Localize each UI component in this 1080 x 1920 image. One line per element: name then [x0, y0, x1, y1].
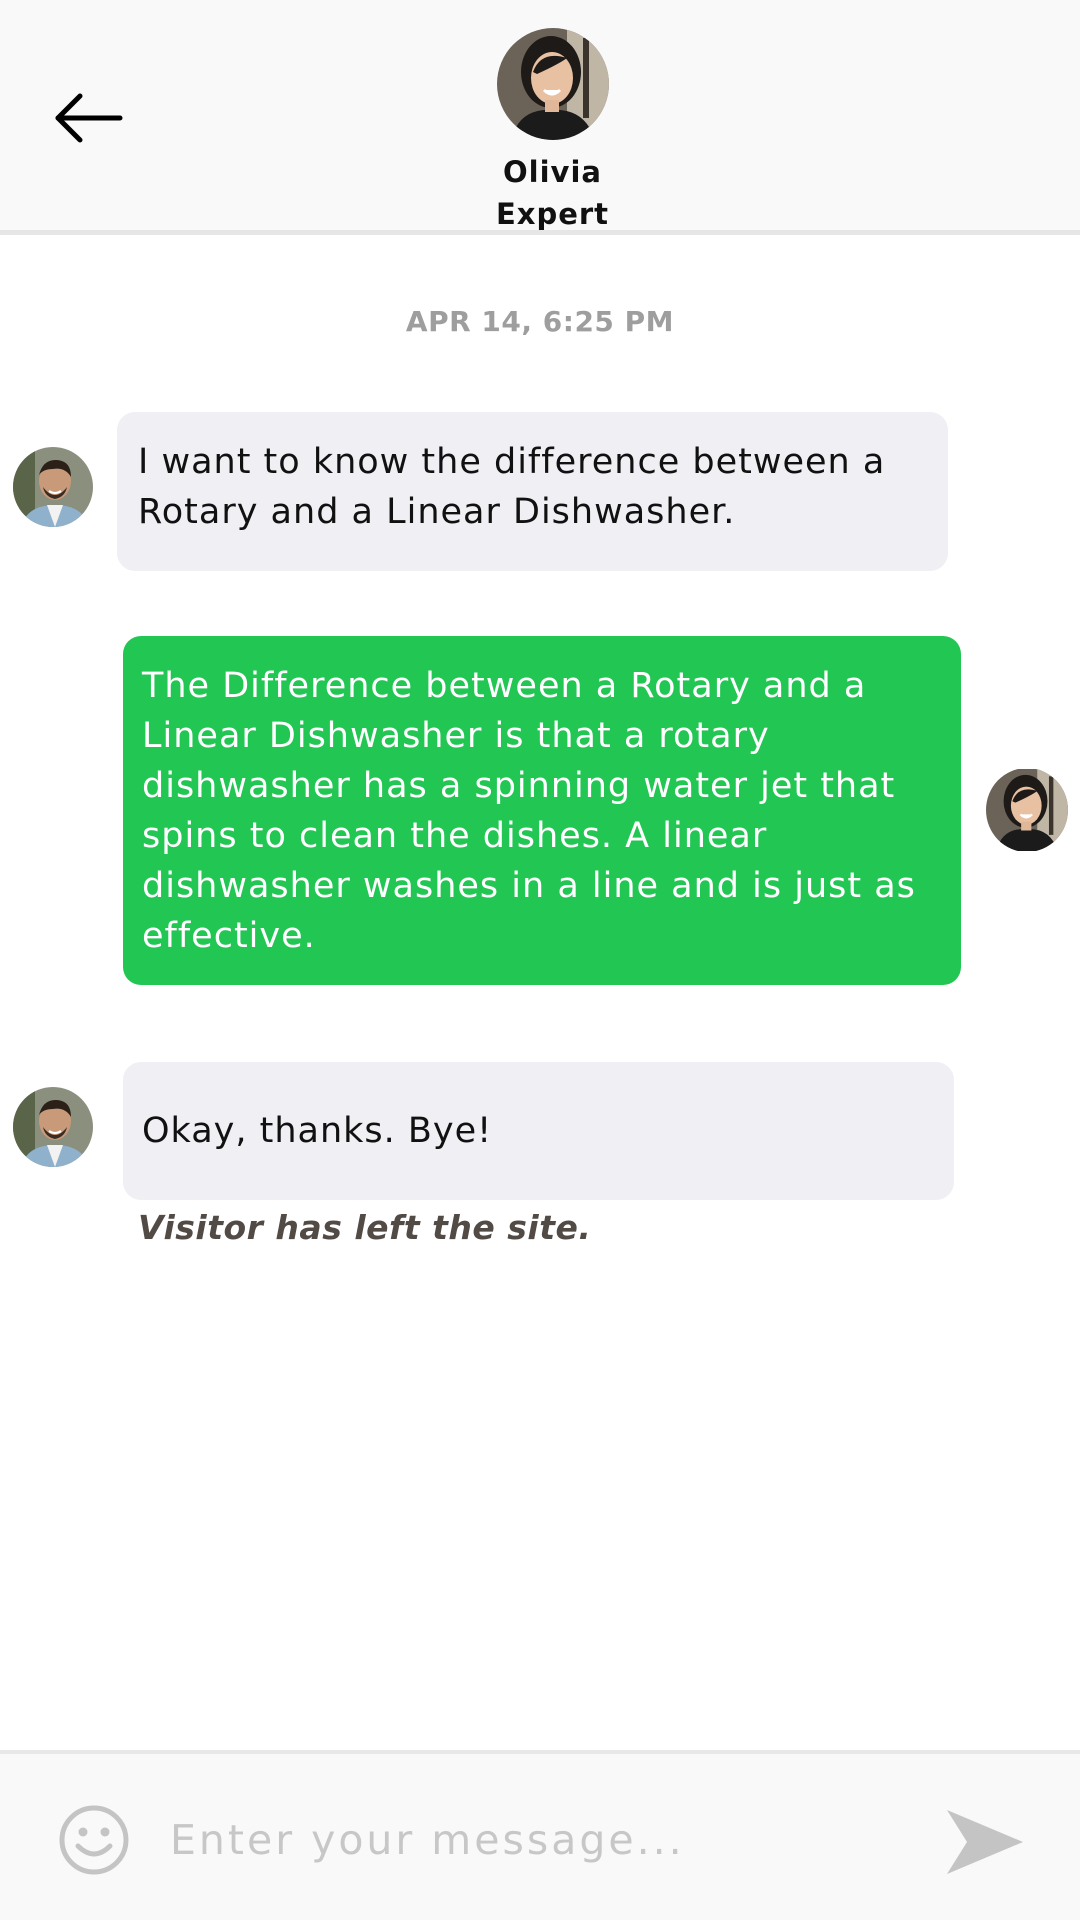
send-button[interactable]: [945, 1806, 1025, 1878]
smiley-icon: [59, 1805, 129, 1875]
chat-screen: Olivia Expert APR 14, 6:25 PM I want to …: [0, 0, 1080, 1920]
visitor-message: I want to know the difference between a …: [117, 412, 948, 571]
agent-name: Olivia: [503, 155, 602, 189]
conversation-timestamp: APR 14, 6:25 PM: [405, 305, 675, 338]
agent-message: The Difference between a Rotary and a Li…: [123, 636, 961, 985]
agent-avatar[interactable]: [497, 28, 609, 140]
visitor-left-notice: Visitor has left the site.: [138, 1208, 592, 1247]
emoji-button[interactable]: [58, 1804, 130, 1876]
visitor-message: Okay, thanks. Bye!: [123, 1062, 954, 1200]
back-button[interactable]: [52, 88, 132, 148]
chat-header: Olivia Expert: [0, 0, 1080, 235]
visitor-avatar: [13, 1087, 93, 1167]
arrow-left-icon: [55, 93, 123, 143]
message-input[interactable]: [170, 1802, 910, 1878]
agent-message-avatar: [986, 768, 1068, 852]
message-composer: [0, 1750, 1080, 1920]
send-icon: [947, 1810, 1023, 1874]
agent-role: Expert: [495, 197, 610, 231]
visitor-avatar: [13, 447, 93, 527]
